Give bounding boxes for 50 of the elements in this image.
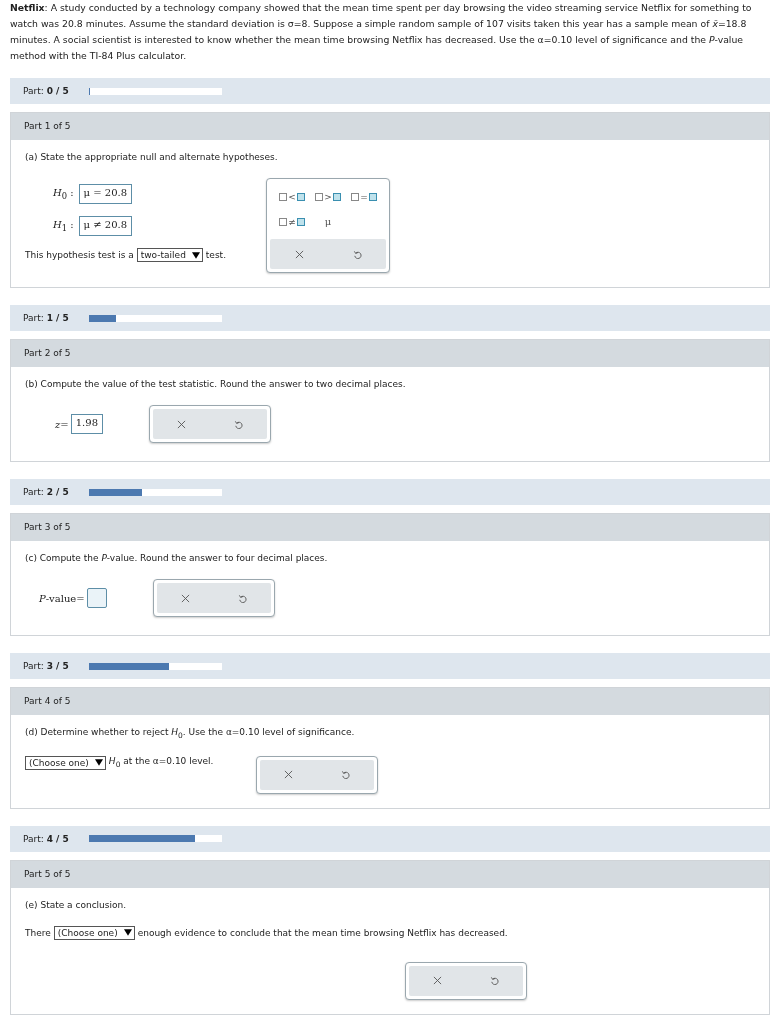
question-text: (b) Compute the value of the test statistic. Round the answer to two decimal places. [25,379,407,389]
clear-icon[interactable] [433,976,442,986]
template-button[interactable]: > [315,192,341,202]
sentence-text: test. [205,250,226,260]
choice-dropdown[interactable]: (Choose one) [53,925,135,940]
problem-statement: Netflix: A study conducted by a technology company showed that the mean time spent per day browsing the video streaming service Netflix for something to watch was 20.8 minutes. Assume the standard deviation is σ=8. Suppose a simple random sample of 107 visits taken this year has a sample mean of x̄=18.8 minutes. A social scientist is interested to know whether the mean time browsing Netflix has decreased. Use the α=0.10 level of significance and the P-value method with the TI-84 Plus calculator. [10,1,753,63]
question-text: (d) Determine whether to reject H$_{0}$. Use the α=0.10 level of significance. [25,727,356,740]
clear-icon[interactable] [294,249,304,259]
template-button[interactable]: < [279,192,305,202]
choice-dropdown[interactable]: (Choose one) [25,755,106,770]
part-header: Part 4 of 5 [11,688,769,715]
question-text: (a) State the appropriate null and alternate hypotheses. [25,152,279,162]
progress-label: Part: 4 / 5 [23,833,70,844]
progress-label: Part: 0 / 5 [23,86,70,96]
undo-icon[interactable] [490,976,499,986]
sentence-text: This hypothesis test is a [25,250,134,260]
question-text: (c) Compute the P-value. Round the answer to four decimal places. [25,553,329,563]
answer-field[interactable] [86,588,107,608]
test-type-dropdown[interactable]: two-tailed [136,248,203,262]
hypothesis-field[interactable]: μ = 20.8 [78,184,133,204]
sentence-text: enough evidence to conclude that the mean time browsing Netflix has decreased. [137,927,508,938]
part-header: Part 5 of 5 [11,860,769,888]
progress-label: Part: 3 / 5 [23,661,70,671]
dropdown-arrow-icon [123,929,132,937]
part-header: Part 1 of 5 [11,113,769,140]
undo-icon[interactable] [341,770,351,780]
answer-label: z= [55,418,69,430]
progress-label: Part: 1 / 5 [23,313,70,323]
template-button[interactable]: = [351,192,377,202]
progress-label: Part: 2 / 5 [23,487,70,497]
dropdown-arrow-icon [191,251,200,259]
answer-label: P-value= [39,592,85,604]
undo-icon[interactable] [352,249,362,259]
symbol-button[interactable]: μ [324,216,332,227]
sentence-text: There [25,927,51,938]
question-text: (e) State a conclusion. [25,899,128,910]
dropdown-arrow-icon [94,759,103,767]
answer-field[interactable]: 1.98 [70,414,103,434]
template-button[interactable]: ≠ [279,216,305,227]
clear-icon[interactable] [180,593,190,603]
undo-icon[interactable] [237,593,247,603]
clear-icon[interactable] [284,770,294,780]
hypothesis-label: H$_{1}$ : [53,219,74,233]
hypothesis-label: H$_{0}$ : [53,187,74,201]
part-header: Part 2 of 5 [11,340,769,367]
undo-icon[interactable] [234,419,243,429]
clear-icon[interactable] [177,419,186,429]
part-header: Part 3 of 5 [11,514,769,541]
hypothesis-field[interactable]: μ ≠ 20.8 [78,216,133,236]
sentence-text: H$_{0}$ at the α=0.10 level. [108,756,214,770]
